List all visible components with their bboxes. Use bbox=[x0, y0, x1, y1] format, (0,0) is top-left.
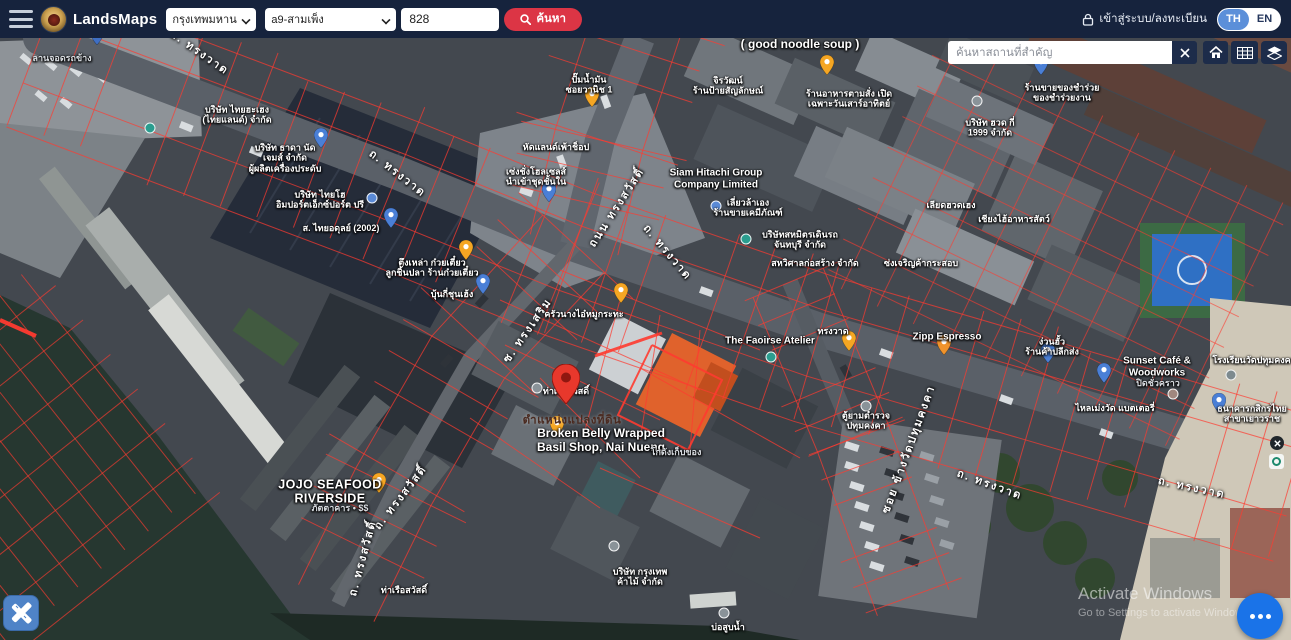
blue-dot-icon[interactable] bbox=[367, 193, 378, 204]
hamburger-menu-icon[interactable] bbox=[9, 10, 33, 28]
map-poi-label[interactable]: ปั๊มน้ำมันซอยวานิช 1 bbox=[566, 75, 613, 96]
map-poi-label[interactable]: ง่วนฮั้วร้านค้าปลีกส่ง bbox=[1025, 337, 1079, 358]
login-register-label: เข้าสู่ระบบ/ลงทะเบียน bbox=[1099, 10, 1207, 28]
map-poi-label[interactable]: เชียงไฮ้อาหารสัตว์ bbox=[978, 214, 1050, 224]
map-poi-label[interactable]: ( good noodle soup ) bbox=[741, 38, 860, 52]
map-poi-label[interactable]: ตู้ยามตำรวจปทุมคงคา bbox=[842, 411, 890, 432]
shop-pin-icon[interactable] bbox=[1097, 363, 1111, 388]
chat-button[interactable] bbox=[1237, 593, 1283, 639]
map-poi-label[interactable]: บริษัท ไทยโฮอิมปอร์ตเอ็กซ์ปอร์ต ปรี bbox=[276, 190, 364, 211]
satellite-imagery bbox=[0, 38, 1291, 640]
map-poi-label[interactable]: หัดแลนด์เพ้าช็อป bbox=[523, 142, 589, 152]
close-icon bbox=[1180, 48, 1190, 58]
measure-tools-button[interactable] bbox=[3, 595, 39, 631]
mini-close-button[interactable] bbox=[1270, 436, 1284, 450]
map-poi-label[interactable]: ทรงวาด bbox=[817, 326, 848, 336]
gray-dot-icon[interactable] bbox=[719, 608, 730, 619]
search-button-label: ค้นหา bbox=[536, 10, 566, 28]
gray-dot-icon[interactable] bbox=[532, 383, 543, 394]
map-poi-label[interactable]: ปิดชั่วคราว bbox=[1136, 378, 1180, 388]
home-button[interactable] bbox=[1203, 41, 1228, 64]
department-of-lands-logo-icon bbox=[40, 6, 67, 33]
lang-toggle-en[interactable]: EN bbox=[1249, 9, 1280, 30]
layers-icon bbox=[1267, 46, 1282, 60]
map-poi-label[interactable]: Sunset Café &Woodworks bbox=[1123, 356, 1191, 379]
parcel-number-input[interactable] bbox=[401, 8, 499, 31]
app-title: LandsMaps bbox=[73, 11, 157, 28]
map-poi-label[interactable]: The Faoirse Atelier bbox=[725, 335, 815, 347]
map-poi-label[interactable]: บริษัทสหมิตรเดินรถจันทบุรี จำกัด bbox=[762, 230, 838, 251]
layers-button[interactable] bbox=[1261, 41, 1287, 64]
chevron-down-icon bbox=[382, 15, 390, 23]
district-select[interactable]: a9-สามเพ็ง bbox=[265, 8, 396, 31]
parcel-marker-icon[interactable] bbox=[552, 364, 580, 409]
map-poi-label[interactable]: ไหลเม่งวัด แบตเตอรี่ bbox=[1075, 403, 1154, 413]
map-poi-label[interactable]: Siam Hitachi GroupCompany Limited bbox=[670, 168, 763, 191]
map-poi-label[interactable]: ธนาคารกสิกรไทยสาขาเยาวราช bbox=[1217, 404, 1287, 425]
restaurant-pin-icon[interactable] bbox=[820, 55, 834, 80]
map-poi-label[interactable]: เซ่งชั่งโฮลเซลส์นำเข้าชุดชั้นใน bbox=[506, 167, 566, 188]
map-poi-label[interactable]: Zipp Espresso bbox=[913, 331, 982, 343]
map-poi-label[interactable]: ส. ไทยอดุลย์ (2002) bbox=[303, 223, 380, 233]
map-poi-label[interactable]: สหวิศาลก่อสร้าง จำกัด bbox=[771, 258, 859, 268]
map-poi-label[interactable]: บ่อสูบน้ำ bbox=[711, 622, 745, 632]
school-dot-icon[interactable] bbox=[1226, 370, 1237, 381]
map-poi-label[interactable]: ลานจอดรถข้าง bbox=[32, 53, 91, 63]
coffee-dot-icon[interactable] bbox=[1168, 389, 1179, 400]
language-toggle: TH EN bbox=[1217, 8, 1281, 31]
map-poi-label[interactable]: ท่าเรือสวัสดิ์ bbox=[381, 585, 427, 595]
ellipsis-icon bbox=[1250, 614, 1255, 619]
home-icon bbox=[1209, 46, 1223, 59]
map-poi-label[interactable]: ร้านขายของชำร่วยของชำร่วยงาน bbox=[1025, 83, 1100, 104]
map-poi-label[interactable]: ครัวนางไอ๋หมูกระทะ bbox=[544, 309, 623, 319]
map-poi-label[interactable]: เลียดฮวดเฮง bbox=[926, 200, 975, 210]
teal-dot-icon[interactable] bbox=[766, 352, 777, 363]
chevron-down-icon bbox=[242, 15, 250, 23]
login-register-link[interactable]: เข้าสู่ระบบ/ลงทะเบียน bbox=[1082, 10, 1207, 28]
teal-dot-icon[interactable] bbox=[741, 234, 752, 245]
map-poi-label[interactable]: ซ่งเจริญค้ากระสอบ bbox=[884, 258, 958, 268]
map-poi-label[interactable]: ตึงเหล่า ก๋วยเตี๋ยวลูกชิ้นปลา ร้านก๋วยเต… bbox=[385, 258, 478, 279]
search-button[interactable]: ค้นหา bbox=[504, 8, 582, 31]
map-poi-label[interactable]: บริษัท ธาดา นัดเจมส์ จำกัดผู้ผลิตเครื่อง… bbox=[249, 142, 322, 173]
lock-icon bbox=[1082, 13, 1094, 26]
map-poi-label[interactable]: โรงเรียนวัดปทุมคงคา bbox=[1212, 355, 1291, 365]
parking-pin-icon[interactable]: P bbox=[90, 38, 104, 50]
ruler-pencil-icon bbox=[4, 596, 38, 630]
map-poi-label[interactable]: บริษัท ฮวด กี่1999 จำกัด bbox=[965, 118, 1014, 139]
place-search-bar bbox=[948, 41, 1197, 64]
gray-dot-icon[interactable] bbox=[609, 541, 620, 552]
teal-dot-icon[interactable] bbox=[145, 123, 156, 134]
shop-pin-icon[interactable] bbox=[384, 208, 398, 233]
grid-icon bbox=[1237, 47, 1253, 59]
map-poi-label[interactable]: โกดังเก็บของ bbox=[651, 447, 702, 457]
map-poi-label[interactable]: เลี่ยวล้าเองร้านขายเคมีภัณฑ์ bbox=[713, 198, 782, 219]
clear-search-button[interactable] bbox=[1172, 41, 1197, 64]
map-poi-label[interactable]: ภัตตาคาร • $$ bbox=[312, 503, 369, 513]
streetview-icon bbox=[1272, 457, 1281, 466]
close-icon bbox=[1274, 440, 1281, 447]
map-poi-label[interactable]: บริษัท กรุงเทพค้าไม้ จำกัด bbox=[613, 567, 668, 588]
map-poi-label[interactable]: บุ้นกี่ชุนเฮ้ง bbox=[431, 289, 474, 299]
province-select-value: กรุงเทพมหานคร bbox=[172, 10, 237, 28]
map-poi-label[interactable]: บริษัท ไทยฮะเฮง(ไทยแลนด์) จำกัด bbox=[202, 105, 271, 126]
top-navbar: LandsMaps กรุงเทพมหานคร a9-สามเพ็ง ค้นหา… bbox=[0, 0, 1291, 38]
restaurant-pin-icon[interactable] bbox=[614, 283, 628, 308]
map-poi-label[interactable]: ร้านอาหารตามสั่ง เปิดเฉพาะวันเสาร์อาทิตย… bbox=[806, 89, 892, 110]
gray-dot-icon[interactable] bbox=[972, 96, 983, 107]
place-search-input[interactable] bbox=[948, 41, 1172, 64]
map-poi-label[interactable]: จิรวัฒน์ร้านป้ายสัญลักษณ์ bbox=[693, 76, 764, 97]
streetview-toggle-button[interactable] bbox=[1269, 454, 1284, 469]
lang-toggle-th[interactable]: TH bbox=[1218, 9, 1249, 30]
map-canvas[interactable]: Activate Windows Go to Settings to activ… bbox=[0, 38, 1291, 640]
search-icon bbox=[520, 14, 531, 25]
map-poi-label[interactable]: Broken Belly WrappedBasil Shop, Nai Nuen… bbox=[537, 427, 665, 455]
province-select[interactable]: กรุงเทพมหานคร bbox=[166, 8, 256, 31]
parcel-grid-button[interactable] bbox=[1231, 41, 1258, 64]
district-select-value: a9-สามเพ็ง bbox=[271, 10, 377, 28]
